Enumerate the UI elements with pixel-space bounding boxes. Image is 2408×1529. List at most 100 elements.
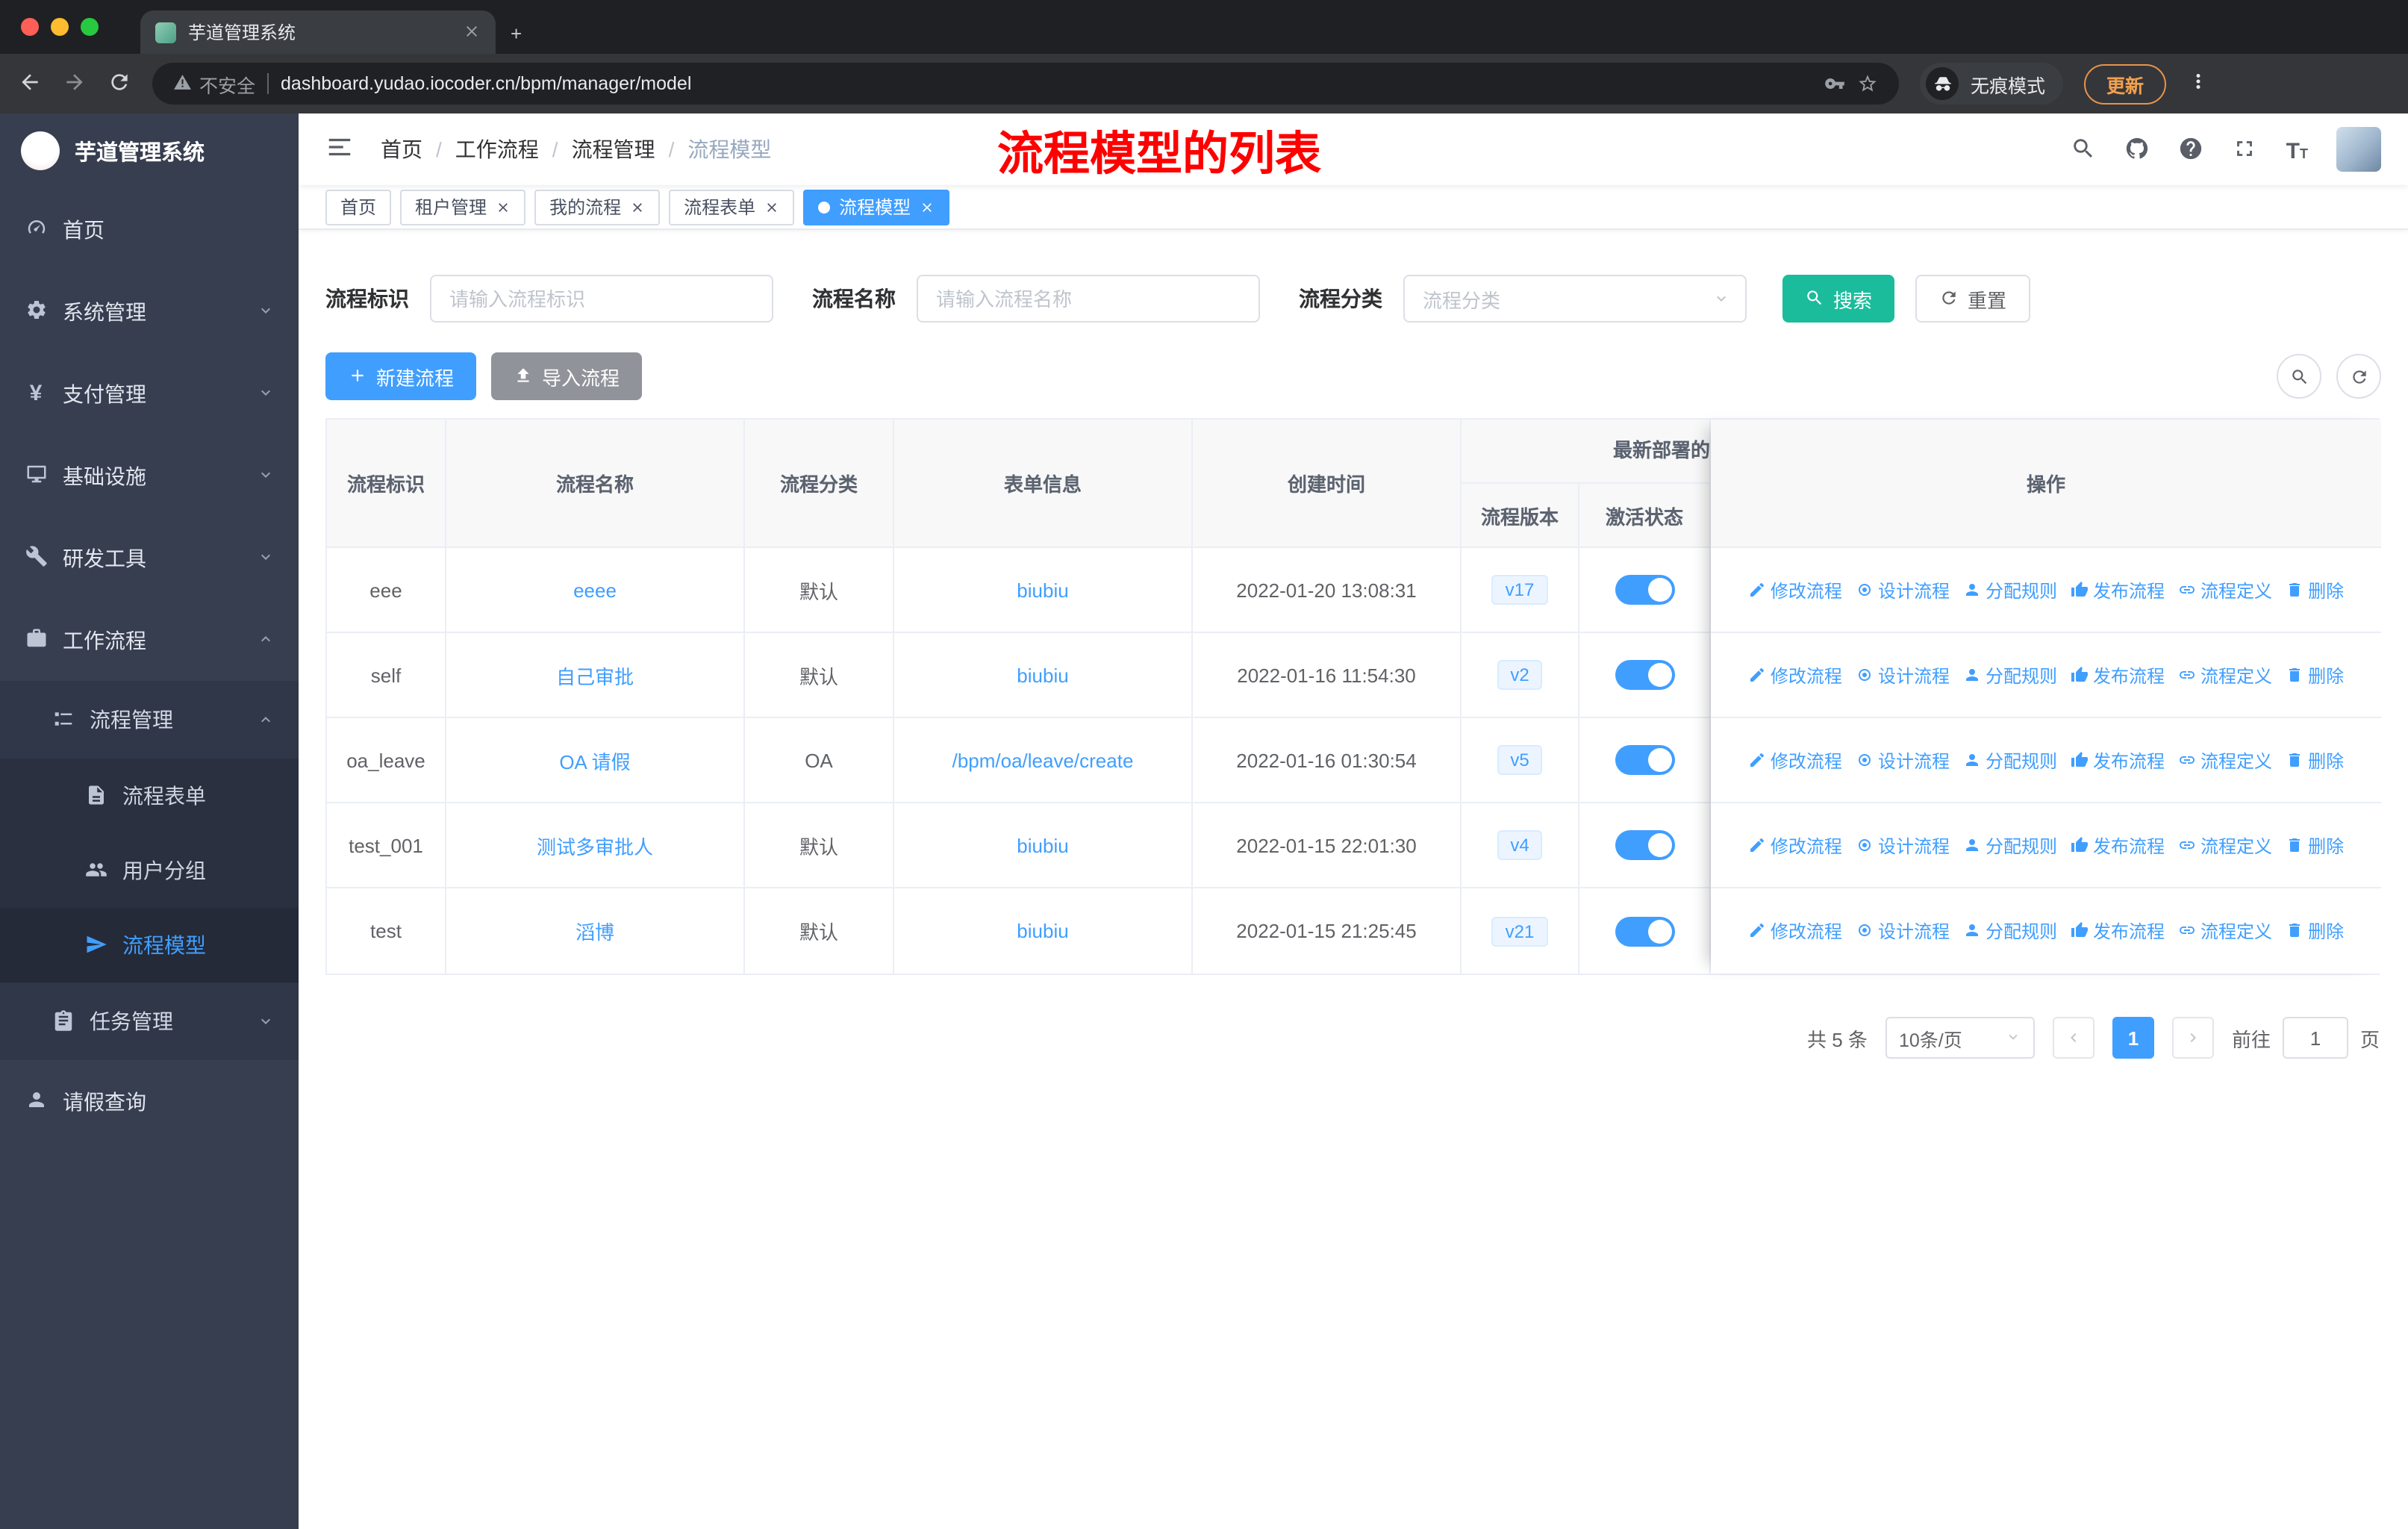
active-toggle[interactable] [1615, 575, 1674, 605]
breadcrumb-item[interactable]: 首页 [381, 134, 422, 164]
action-edit[interactable]: 修改流程 [1748, 747, 1842, 773]
browser-menu-icon[interactable] [2187, 71, 2209, 96]
browser-tab[interactable]: 芋道管理系统 [140, 10, 496, 54]
form-info-link[interactable]: biubiu [1017, 579, 1068, 601]
form-info-link[interactable]: biubiu [1017, 834, 1068, 856]
action-design[interactable]: 设计流程 [1856, 747, 1950, 773]
close-window-button[interactable] [21, 18, 39, 36]
action-edit[interactable]: 修改流程 [1748, 918, 1842, 944]
minimize-window-button[interactable] [51, 18, 69, 36]
action-definition[interactable]: 流程定义 [2178, 918, 2272, 944]
reload-icon[interactable] [107, 69, 131, 98]
app-logo[interactable]: 芋道管理系统 [0, 113, 299, 188]
action-definition[interactable]: 流程定义 [2178, 577, 2272, 602]
action-publish[interactable]: 发布流程 [2071, 747, 2165, 773]
active-toggle[interactable] [1615, 745, 1674, 775]
breadcrumb-item[interactable]: 流程管理 [572, 134, 655, 164]
sidebar-item-workflow[interactable]: 工作流程 [0, 599, 299, 681]
incognito-chip[interactable]: 无痕模式 [1920, 63, 2064, 105]
action-design[interactable]: 设计流程 [1856, 662, 1950, 688]
breadcrumb-item[interactable]: 工作流程 [455, 134, 539, 164]
back-icon[interactable] [18, 69, 42, 98]
goto-page-input[interactable] [2282, 1017, 2348, 1059]
sidebar-item-system-mgmt[interactable]: 系统管理 [0, 270, 299, 352]
sidebar-item-home[interactable]: 首页 [0, 188, 299, 270]
tag-租户管理[interactable]: 租户管理 [400, 189, 526, 225]
process-name-link[interactable]: eeee [573, 579, 617, 601]
action-delete[interactable]: 删除 [2286, 747, 2344, 773]
active-toggle[interactable] [1615, 916, 1674, 946]
active-toggle[interactable] [1615, 660, 1674, 690]
font-size-icon[interactable]: TT [2286, 137, 2308, 162]
tag-流程表单[interactable]: 流程表单 [669, 189, 795, 225]
tab-close-icon[interactable] [463, 22, 481, 43]
sidebar-item-infrastructure[interactable]: 基础设施 [0, 435, 299, 517]
sidebar-item-dev-tools[interactable]: 研发工具 [0, 517, 299, 599]
close-icon[interactable] [630, 199, 645, 214]
fullscreen-icon[interactable] [2233, 136, 2258, 163]
action-publish[interactable]: 发布流程 [2071, 832, 2165, 858]
process-name-link[interactable]: 测试多审批人 [537, 831, 653, 859]
create-process-button[interactable]: 新建流程 [325, 352, 477, 400]
sidebar-item-process-model[interactable]: 流程模型 [0, 908, 299, 983]
browser-update-button[interactable]: 更新 [2084, 63, 2167, 104]
action-delete[interactable]: 删除 [2286, 918, 2344, 944]
page-1-button[interactable]: 1 [2112, 1017, 2154, 1059]
action-assign-rule[interactable]: 分配规则 [1963, 918, 2057, 944]
action-publish[interactable]: 发布流程 [2071, 918, 2165, 944]
breadcrumb-item[interactable]: 流程模型 [687, 134, 771, 164]
address-bar[interactable]: 不安全 dashboard.yudao.iocoder.cn/bpm/manag… [152, 63, 1899, 105]
avatar[interactable] [2336, 127, 2381, 172]
form-info-link[interactable]: biubiu [1017, 920, 1068, 942]
action-assign-rule[interactable]: 分配规则 [1963, 832, 2057, 858]
action-design[interactable]: 设计流程 [1856, 832, 1950, 858]
zoom-window-button[interactable] [81, 18, 99, 36]
process-name-link[interactable]: 自己审批 [556, 661, 634, 689]
close-icon[interactable] [764, 199, 779, 214]
action-assign-rule[interactable]: 分配规则 [1963, 662, 2057, 688]
tag-首页[interactable]: 首页 [325, 189, 392, 225]
category-select[interactable]: 流程分类 [1403, 275, 1747, 323]
close-icon[interactable] [496, 199, 511, 214]
sidebar-item-leave-query[interactable]: 请假查询 [0, 1060, 299, 1142]
github-icon[interactable] [2125, 136, 2150, 163]
action-delete[interactable]: 删除 [2286, 832, 2344, 858]
toggle-search-icon[interactable] [2277, 354, 2321, 399]
forward-icon[interactable] [63, 69, 87, 98]
prev-page-button[interactable] [2052, 1017, 2094, 1059]
tag-流程模型[interactable]: 流程模型 [803, 189, 950, 225]
form-info-link[interactable]: biubiu [1017, 664, 1068, 686]
import-process-button[interactable]: 导入流程 [491, 352, 643, 400]
sidebar-item-user-group[interactable]: 用户分组 [0, 833, 299, 908]
process-name-input[interactable] [917, 275, 1260, 323]
collapse-sidebar-icon[interactable] [325, 132, 354, 166]
sidebar-item-task-mgmt[interactable]: 任务管理 [0, 983, 299, 1060]
tag-我的流程[interactable]: 我的流程 [534, 189, 661, 225]
action-design[interactable]: 设计流程 [1856, 577, 1950, 602]
search-button[interactable]: 搜索 [1782, 275, 1895, 323]
active-toggle[interactable] [1615, 830, 1674, 860]
sidebar-item-payment-mgmt[interactable]: ¥ 支付管理 [0, 352, 299, 435]
process-id-input[interactable] [430, 275, 773, 323]
sidebar-item-process-form[interactable]: 流程表单 [0, 759, 299, 833]
key-icon[interactable] [1824, 72, 1845, 96]
action-delete[interactable]: 删除 [2286, 662, 2344, 688]
action-edit[interactable]: 修改流程 [1748, 577, 1842, 602]
refresh-table-icon[interactable] [2336, 354, 2381, 399]
process-name-link[interactable]: OA 请假 [559, 746, 630, 774]
action-definition[interactable]: 流程定义 [2178, 662, 2272, 688]
search-icon[interactable] [2071, 136, 2097, 163]
help-icon[interactable] [2179, 136, 2204, 163]
next-page-button[interactable] [2171, 1017, 2214, 1059]
reset-button[interactable]: 重置 [1915, 275, 2031, 323]
process-name-link[interactable]: 滔博 [576, 917, 614, 945]
action-edit[interactable]: 修改流程 [1748, 662, 1842, 688]
page-size-select[interactable]: 10条/页 [1885, 1017, 2035, 1059]
action-delete[interactable]: 删除 [2286, 577, 2344, 602]
bookmark-star-icon[interactable] [1857, 72, 1878, 96]
new-tab-button[interactable]: + [511, 22, 522, 45]
close-icon[interactable] [920, 199, 935, 214]
action-edit[interactable]: 修改流程 [1748, 832, 1842, 858]
action-definition[interactable]: 流程定义 [2178, 832, 2272, 858]
action-publish[interactable]: 发布流程 [2071, 577, 2165, 602]
